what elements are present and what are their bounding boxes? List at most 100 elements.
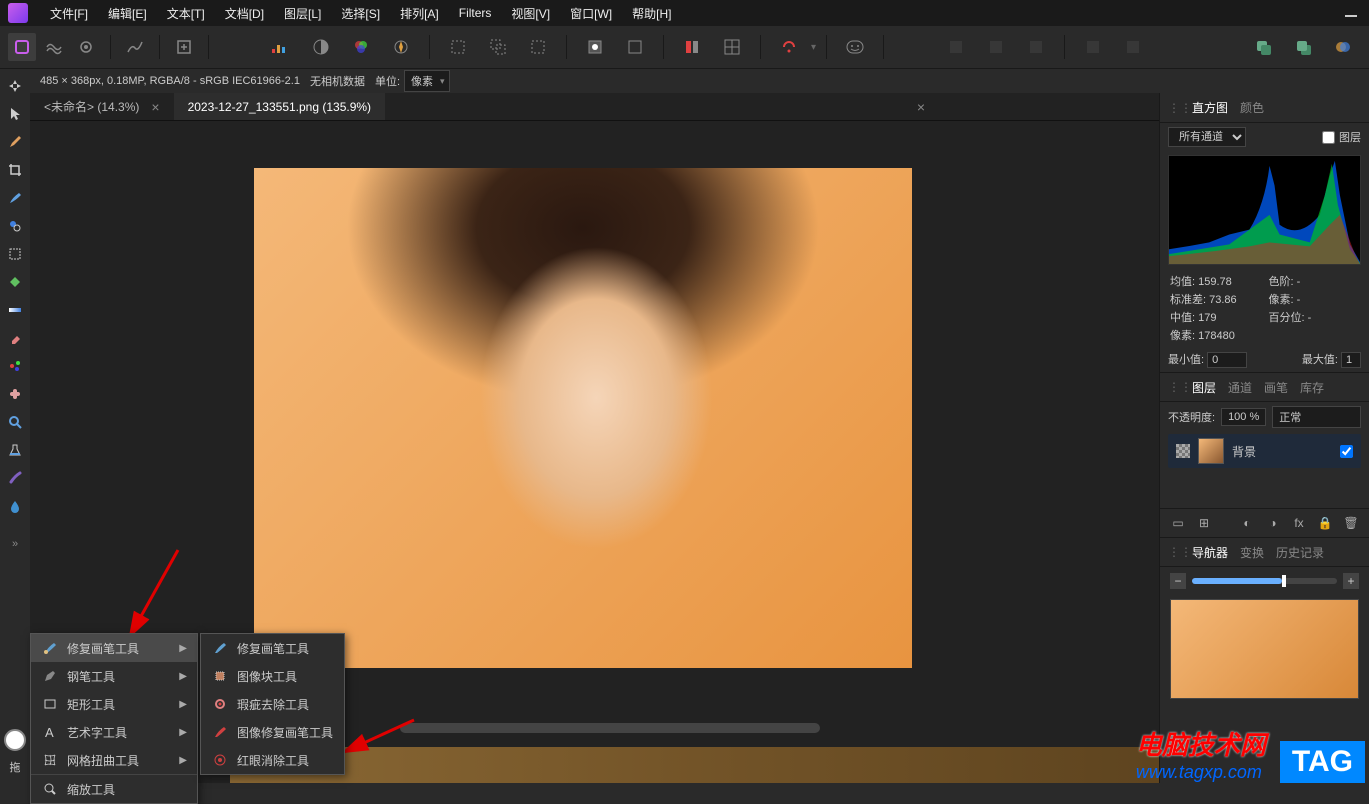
submenu-inpaint-tool[interactable]: 图像修复画笔工具 — [201, 718, 344, 746]
menu-arrange[interactable]: 排列[A] — [390, 1, 449, 26]
tab-history[interactable]: 历史记录 — [1276, 544, 1324, 561]
close-icon[interactable]: × — [151, 99, 159, 115]
arrange-front-icon[interactable] — [1285, 32, 1321, 62]
menu-arttext-tool[interactable]: A 艺术字工具 ▶ — [31, 718, 197, 746]
menu-select[interactable]: 选择[S] — [331, 1, 390, 26]
tab-histogram[interactable]: 直方图 — [1192, 99, 1228, 116]
menu-help[interactable]: 帮助[H] — [622, 1, 681, 26]
zoom-out-icon[interactable]: − — [1170, 573, 1186, 589]
marquee-tool-icon[interactable] — [2, 241, 28, 267]
drag-handle-icon[interactable]: ⋮⋮ — [1168, 380, 1176, 394]
menu-pen-tool[interactable]: 钢笔工具 ▶ — [31, 662, 197, 690]
paint-tool-icon[interactable] — [2, 185, 28, 211]
menu-view[interactable]: 视图[V] — [501, 1, 560, 26]
chevron-down-icon[interactable]: ▾ — [440, 76, 445, 87]
auto-wb-icon[interactable] — [383, 32, 419, 62]
layer-dup-icon[interactable]: ⊞ — [1194, 513, 1214, 533]
tab-navigator[interactable]: 导航器 — [1192, 544, 1228, 561]
zoom-tool-icon[interactable] — [2, 409, 28, 435]
min-input[interactable] — [1207, 352, 1247, 368]
beaker-tool-icon[interactable] — [2, 437, 28, 463]
menu-layer[interactable]: 图层[L] — [274, 1, 331, 26]
tab-stock[interactable]: 库存 — [1300, 379, 1324, 396]
submenu-heal-brush[interactable]: 修复画笔工具 — [201, 634, 344, 662]
layer-delete-icon[interactable]: 🗑 — [1341, 513, 1361, 533]
layer-lock-checkbox[interactable] — [1340, 445, 1353, 458]
foreground-color[interactable] — [4, 729, 26, 751]
layer-fx-icon[interactable]: fx — [1289, 513, 1309, 533]
channel-select[interactable]: 所有通道 — [1168, 127, 1246, 147]
tab-layers[interactable]: 图层 — [1192, 379, 1216, 396]
drop-tool-icon[interactable] — [2, 493, 28, 519]
selection-sub-icon[interactable] — [520, 32, 556, 62]
layer-mask-icon[interactable]: ◐ — [1237, 513, 1257, 533]
heal-tool-icon[interactable] — [2, 381, 28, 407]
smudge-tool-icon[interactable] — [2, 465, 28, 491]
arrange-back-icon[interactable] — [1245, 32, 1281, 62]
eraser-tool-icon[interactable] — [2, 325, 28, 351]
clone-tool-icon[interactable] — [2, 213, 28, 239]
auto-contrast-icon[interactable] — [303, 32, 339, 62]
flood-tool-icon[interactable] — [2, 269, 28, 295]
tab-untitled[interactable]: <未命名> (14.3%) × — [30, 93, 174, 120]
selection-add-icon[interactable] — [480, 32, 516, 62]
layer-checkbox[interactable] — [1322, 131, 1335, 144]
tab-transform[interactable]: 变换 — [1240, 544, 1264, 561]
layer-adjust-icon[interactable]: ◑ — [1263, 513, 1283, 533]
tab-color[interactable]: 颜色 — [1240, 99, 1264, 116]
brush-tool-icon[interactable] — [2, 129, 28, 155]
auto-levels-icon[interactable] — [263, 32, 299, 62]
menu-filters[interactable]: Filters — [449, 2, 502, 24]
submenu-patch-tool[interactable]: 图像块工具 — [201, 662, 344, 690]
minimize-icon[interactable] — [1345, 15, 1357, 17]
tab-channels[interactable]: 通道 — [1228, 379, 1252, 396]
quickmask-icon[interactable] — [577, 32, 613, 62]
submenu-redeye-tool[interactable]: 红眼消除工具 — [201, 746, 344, 774]
menu-heal-brush-tool[interactable]: 修复画笔工具 ▶ — [31, 634, 197, 662]
persona-tone-icon[interactable] — [121, 33, 149, 61]
face-icon[interactable] — [837, 32, 873, 62]
bool-icon[interactable] — [1325, 32, 1361, 62]
menu-mesh-warp-tool[interactable]: 网格扭曲工具 ▶ — [31, 746, 197, 774]
persona-develop-icon[interactable] — [72, 33, 100, 61]
submenu-blemish-tool[interactable]: 瑕疵去除工具 — [201, 690, 344, 718]
blend-mode-select[interactable]: 正常 — [1272, 406, 1361, 428]
refine-icon[interactable] — [617, 32, 653, 62]
auto-colors-icon[interactable] — [343, 32, 379, 62]
menu-text[interactable]: 文本[T] — [157, 1, 215, 26]
layer-lock-icon[interactable]: 🔒 — [1315, 513, 1335, 533]
menu-rectangle-tool[interactable]: 矩形工具 ▶ — [31, 690, 197, 718]
tab-image[interactable]: 2023-12-27_133551.png (135.9%) × — [174, 93, 385, 120]
effects-tool-icon[interactable] — [2, 353, 28, 379]
close-icon[interactable]: × — [917, 99, 925, 115]
pointer-tool-icon[interactable] — [2, 101, 28, 127]
visibility-icon[interactable] — [1176, 444, 1190, 458]
navigator-preview[interactable] — [1170, 599, 1359, 699]
menu-window[interactable]: 窗口[W] — [560, 1, 622, 26]
drag-handle-icon[interactable]: ⋮⋮ — [1168, 545, 1176, 559]
crop-tool-icon[interactable] — [2, 157, 28, 183]
tab-brushes[interactable]: 画笔 — [1264, 379, 1288, 396]
persona-photo-icon[interactable] — [8, 33, 36, 61]
zoom-in-icon[interactable]: + — [1343, 573, 1359, 589]
menu-document[interactable]: 文档[D] — [215, 1, 274, 26]
menu-zoom-tool[interactable]: 缩放工具 — [31, 774, 197, 803]
drag-handle-icon[interactable]: ⋮⋮ — [1168, 101, 1176, 115]
persona-export-icon[interactable] — [170, 33, 198, 61]
layer-row[interactable]: 背景 — [1168, 434, 1361, 468]
move-tool-icon[interactable] — [2, 73, 28, 99]
menu-edit[interactable]: 编辑[E] — [98, 1, 157, 26]
persona-liquify-icon[interactable] — [40, 33, 68, 61]
grid-icon[interactable] — [714, 32, 750, 62]
layer-group-icon[interactable]: ▭ — [1168, 513, 1188, 533]
horizontal-scrollbar[interactable] — [400, 723, 820, 733]
snap-icon[interactable] — [674, 32, 710, 62]
menu-file[interactable]: 文件[F] — [40, 1, 98, 26]
gradient-tool-icon[interactable] — [2, 297, 28, 323]
expand-tools-icon[interactable]: » — [2, 531, 28, 557]
opacity-value[interactable]: 100 % — [1221, 408, 1266, 426]
assistant-icon[interactable] — [771, 32, 807, 62]
selection-rect-icon[interactable] — [440, 32, 476, 62]
max-input[interactable] — [1341, 352, 1361, 368]
zoom-slider[interactable] — [1192, 578, 1337, 584]
